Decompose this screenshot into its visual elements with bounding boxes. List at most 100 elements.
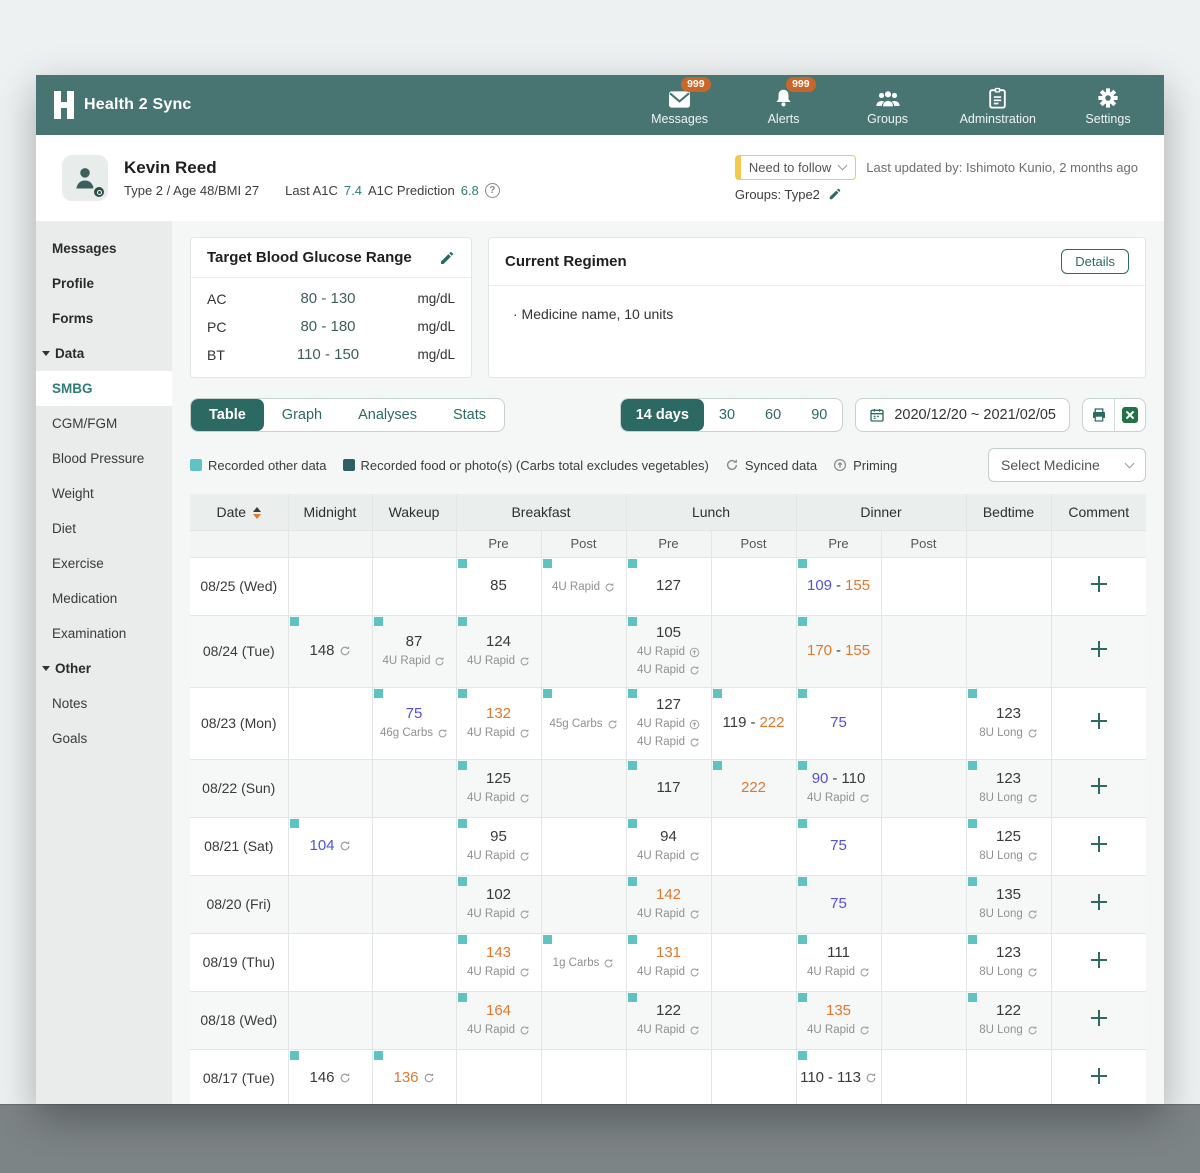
glucose-cell-bedtime[interactable] bbox=[966, 615, 1051, 687]
sidebar-item-cgm-fgm[interactable]: CGM/FGM bbox=[36, 406, 172, 441]
add-comment-button[interactable] bbox=[1088, 573, 1110, 595]
follow-status-select[interactable]: Need to follow bbox=[735, 155, 856, 180]
add-comment-button[interactable] bbox=[1088, 638, 1110, 660]
glucose-cell-bedtime[interactable]: 1258U Long bbox=[966, 817, 1051, 875]
glucose-cell-breakfast-pre[interactable]: 85 bbox=[456, 557, 541, 615]
glucose-cell-lunch-post[interactable]: 222 bbox=[711, 759, 796, 817]
date-range-picker[interactable]: 2020/12/20 ~ 2021/02/05 bbox=[855, 398, 1070, 432]
sidebar-item-goals[interactable]: Goals bbox=[36, 721, 172, 756]
regimen-details-button[interactable]: Details bbox=[1061, 249, 1129, 274]
glucose-cell-dinner-post[interactable] bbox=[881, 933, 966, 991]
glucose-cell-breakfast-post[interactable] bbox=[541, 875, 626, 933]
glucose-cell-bedtime[interactable] bbox=[966, 1049, 1051, 1104]
sort-icon[interactable] bbox=[253, 507, 261, 519]
glucose-cell-breakfast-pre[interactable]: 1324U Rapid bbox=[456, 687, 541, 759]
add-comment-button[interactable] bbox=[1088, 891, 1110, 913]
tab-table[interactable]: Table bbox=[191, 399, 264, 431]
sidebar-item-medication[interactable]: Medication bbox=[36, 581, 172, 616]
add-comment-button[interactable] bbox=[1088, 833, 1110, 855]
glucose-cell-dinner-post[interactable] bbox=[881, 557, 966, 615]
glucose-cell-dinner-post[interactable] bbox=[881, 1049, 966, 1104]
glucose-cell-breakfast-post[interactable] bbox=[541, 991, 626, 1049]
sidebar-item-forms[interactable]: Forms bbox=[36, 301, 172, 336]
sidebar-item-other[interactable]: Other bbox=[36, 651, 172, 686]
glucose-cell-lunch-pre[interactable]: 1314U Rapid bbox=[626, 933, 711, 991]
nav-item-messages[interactable]: 999Messages bbox=[648, 85, 712, 126]
glucose-cell-lunch-pre[interactable]: 1274U Rapid4U Rapid bbox=[626, 687, 711, 759]
sidebar-item-exercise[interactable]: Exercise bbox=[36, 546, 172, 581]
nav-item-groups[interactable]: Groups bbox=[856, 85, 920, 126]
period-90[interactable]: 90 bbox=[796, 399, 842, 431]
sidebar-item-notes[interactable]: Notes bbox=[36, 686, 172, 721]
glucose-cell-midnight[interactable] bbox=[288, 933, 372, 991]
glucose-cell-midnight[interactable] bbox=[288, 759, 372, 817]
nav-item-settings[interactable]: Settings bbox=[1076, 85, 1140, 126]
add-comment-button[interactable] bbox=[1088, 949, 1110, 971]
glucose-cell-breakfast-pre[interactable]: 954U Rapid bbox=[456, 817, 541, 875]
glucose-cell-bedtime[interactable]: 1238U Long bbox=[966, 933, 1051, 991]
glucose-cell-lunch-pre[interactable]: 1054U Rapid4U Rapid bbox=[626, 615, 711, 687]
glucose-cell-breakfast-post[interactable]: 1g Carbs bbox=[541, 933, 626, 991]
glucose-cell-midnight[interactable] bbox=[288, 687, 372, 759]
glucose-cell-wakeup[interactable]: 136 bbox=[372, 1049, 456, 1104]
sidebar-item-messages[interactable]: Messages bbox=[36, 231, 172, 266]
glucose-cell-lunch-pre[interactable] bbox=[626, 1049, 711, 1104]
sidebar-item-data[interactable]: Data bbox=[36, 336, 172, 371]
period-60[interactable]: 60 bbox=[750, 399, 796, 431]
glucose-cell-dinner-pre[interactable]: 75 bbox=[796, 875, 881, 933]
edit-target-pencil-icon[interactable] bbox=[439, 250, 455, 266]
glucose-cell-lunch-post[interactable] bbox=[711, 817, 796, 875]
glucose-cell-bedtime[interactable]: 1358U Long bbox=[966, 875, 1051, 933]
sidebar-item-diet[interactable]: Diet bbox=[36, 511, 172, 546]
glucose-cell-dinner-pre[interactable]: 1114U Rapid bbox=[796, 933, 881, 991]
glucose-cell-midnight[interactable]: 148 bbox=[288, 615, 372, 687]
edit-groups-pencil-icon[interactable] bbox=[828, 187, 842, 201]
period-14-days[interactable]: 14 days bbox=[621, 399, 704, 431]
glucose-cell-lunch-pre[interactable]: 944U Rapid bbox=[626, 817, 711, 875]
excel-export-button[interactable] bbox=[1114, 399, 1145, 431]
glucose-cell-dinner-post[interactable] bbox=[881, 759, 966, 817]
glucose-cell-breakfast-post[interactable]: 45g Carbs bbox=[541, 687, 626, 759]
glucose-cell-lunch-post[interactable] bbox=[711, 875, 796, 933]
print-button[interactable] bbox=[1083, 399, 1114, 431]
glucose-cell-wakeup[interactable]: 874U Rapid bbox=[372, 615, 456, 687]
glucose-cell-lunch-post[interactable] bbox=[711, 1049, 796, 1104]
glucose-cell-dinner-post[interactable] bbox=[881, 615, 966, 687]
glucose-cell-dinner-pre[interactable]: 1354U Rapid bbox=[796, 991, 881, 1049]
glucose-cell-breakfast-pre[interactable]: 1024U Rapid bbox=[456, 875, 541, 933]
glucose-cell-dinner-pre[interactable]: 110 - 113 bbox=[796, 1049, 881, 1104]
sidebar-item-profile[interactable]: Profile bbox=[36, 266, 172, 301]
glucose-cell-breakfast-pre[interactable]: 1254U Rapid bbox=[456, 759, 541, 817]
glucose-cell-dinner-pre[interactable]: 75 bbox=[796, 687, 881, 759]
glucose-cell-midnight[interactable] bbox=[288, 557, 372, 615]
glucose-cell-wakeup[interactable] bbox=[372, 759, 456, 817]
tab-analyses[interactable]: Analyses bbox=[340, 399, 435, 431]
glucose-cell-lunch-pre[interactable]: 1224U Rapid bbox=[626, 991, 711, 1049]
glucose-cell-lunch-pre[interactable]: 1424U Rapid bbox=[626, 875, 711, 933]
glucose-cell-midnight[interactable]: 104 bbox=[288, 817, 372, 875]
column-header-date[interactable]: Date bbox=[190, 494, 288, 530]
sidebar-item-smbg[interactable]: SMBG bbox=[36, 371, 172, 406]
glucose-cell-dinner-post[interactable] bbox=[881, 687, 966, 759]
glucose-cell-breakfast-pre[interactable]: 1644U Rapid bbox=[456, 991, 541, 1049]
glucose-cell-lunch-post[interactable] bbox=[711, 615, 796, 687]
glucose-cell-dinner-pre[interactable]: 170 - 155 bbox=[796, 615, 881, 687]
glucose-cell-breakfast-post[interactable] bbox=[541, 817, 626, 875]
glucose-cell-midnight[interactable] bbox=[288, 875, 372, 933]
glucose-cell-wakeup[interactable] bbox=[372, 557, 456, 615]
glucose-cell-breakfast-pre[interactable] bbox=[456, 1049, 541, 1104]
glucose-cell-bedtime[interactable] bbox=[966, 557, 1051, 615]
glucose-cell-wakeup[interactable]: 7546g Carbs bbox=[372, 687, 456, 759]
nav-item-alerts[interactable]: 999Alerts bbox=[752, 85, 816, 126]
add-comment-button[interactable] bbox=[1088, 1065, 1110, 1087]
glucose-cell-dinner-pre[interactable]: 90 - 1104U Rapid bbox=[796, 759, 881, 817]
info-icon[interactable]: ? bbox=[485, 183, 500, 198]
glucose-cell-lunch-post[interactable]: 119 - 222 bbox=[711, 687, 796, 759]
glucose-cell-lunch-pre[interactable]: 127 bbox=[626, 557, 711, 615]
glucose-cell-dinner-pre[interactable]: 109 - 155 bbox=[796, 557, 881, 615]
glucose-cell-dinner-post[interactable] bbox=[881, 817, 966, 875]
select-medicine-dropdown[interactable]: Select Medicine bbox=[988, 448, 1146, 482]
glucose-cell-breakfast-pre[interactable]: 1244U Rapid bbox=[456, 615, 541, 687]
glucose-cell-breakfast-post[interactable] bbox=[541, 1049, 626, 1104]
glucose-cell-lunch-post[interactable] bbox=[711, 933, 796, 991]
